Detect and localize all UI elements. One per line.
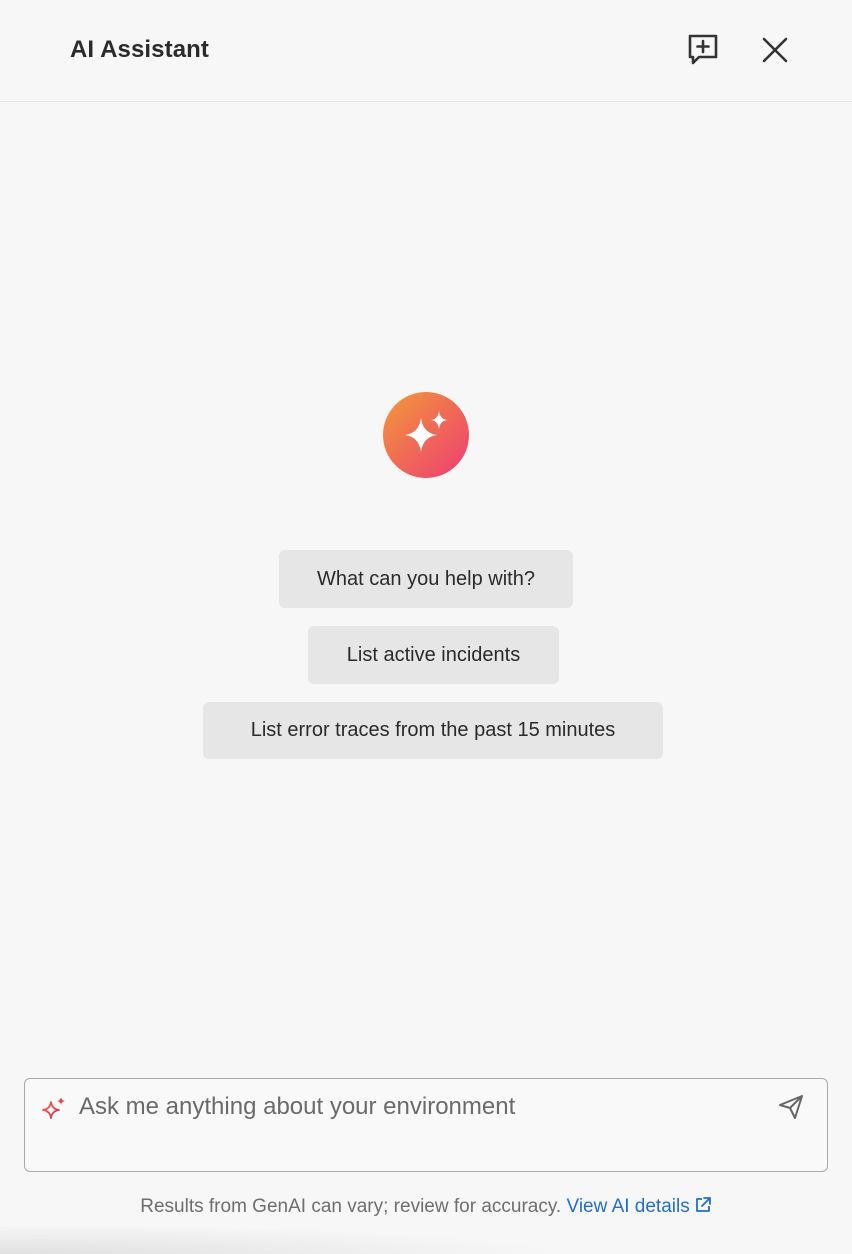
sparkle-icon xyxy=(42,1097,65,1119)
prompt-input-container[interactable] xyxy=(24,1078,828,1172)
send-button[interactable] xyxy=(775,1091,807,1123)
suggestion-chip[interactable]: List error traces from the past 15 minut… xyxy=(203,702,663,759)
panel-title: AI Assistant xyxy=(70,36,210,63)
close-icon xyxy=(762,37,788,63)
prompt-input[interactable] xyxy=(79,1089,759,1125)
view-ai-details-link[interactable]: View AI details xyxy=(567,1196,712,1217)
disclaimer-text: Results from GenAI can vary; review for … xyxy=(140,1196,562,1217)
new-chat-button[interactable] xyxy=(683,30,723,70)
sparkle-icon xyxy=(405,411,447,452)
genai-disclaimer: Results from GenAI can vary; review for … xyxy=(0,1196,852,1218)
assistant-logo xyxy=(383,392,469,478)
panel-header: AI Assistant xyxy=(0,0,852,102)
new-chat-icon xyxy=(688,34,718,65)
close-button[interactable] xyxy=(755,30,795,70)
bottom-shadow xyxy=(0,1224,560,1254)
external-link-icon xyxy=(695,1197,711,1212)
send-icon xyxy=(779,1095,803,1119)
suggestion-chip[interactable]: What can you help with? xyxy=(279,550,573,608)
suggestion-chip[interactable]: List active incidents xyxy=(308,626,559,684)
ai-assistant-panel: AI Assistant What can you help with? Lis… xyxy=(0,0,852,1254)
view-ai-details-label: View AI details xyxy=(566,1196,690,1217)
